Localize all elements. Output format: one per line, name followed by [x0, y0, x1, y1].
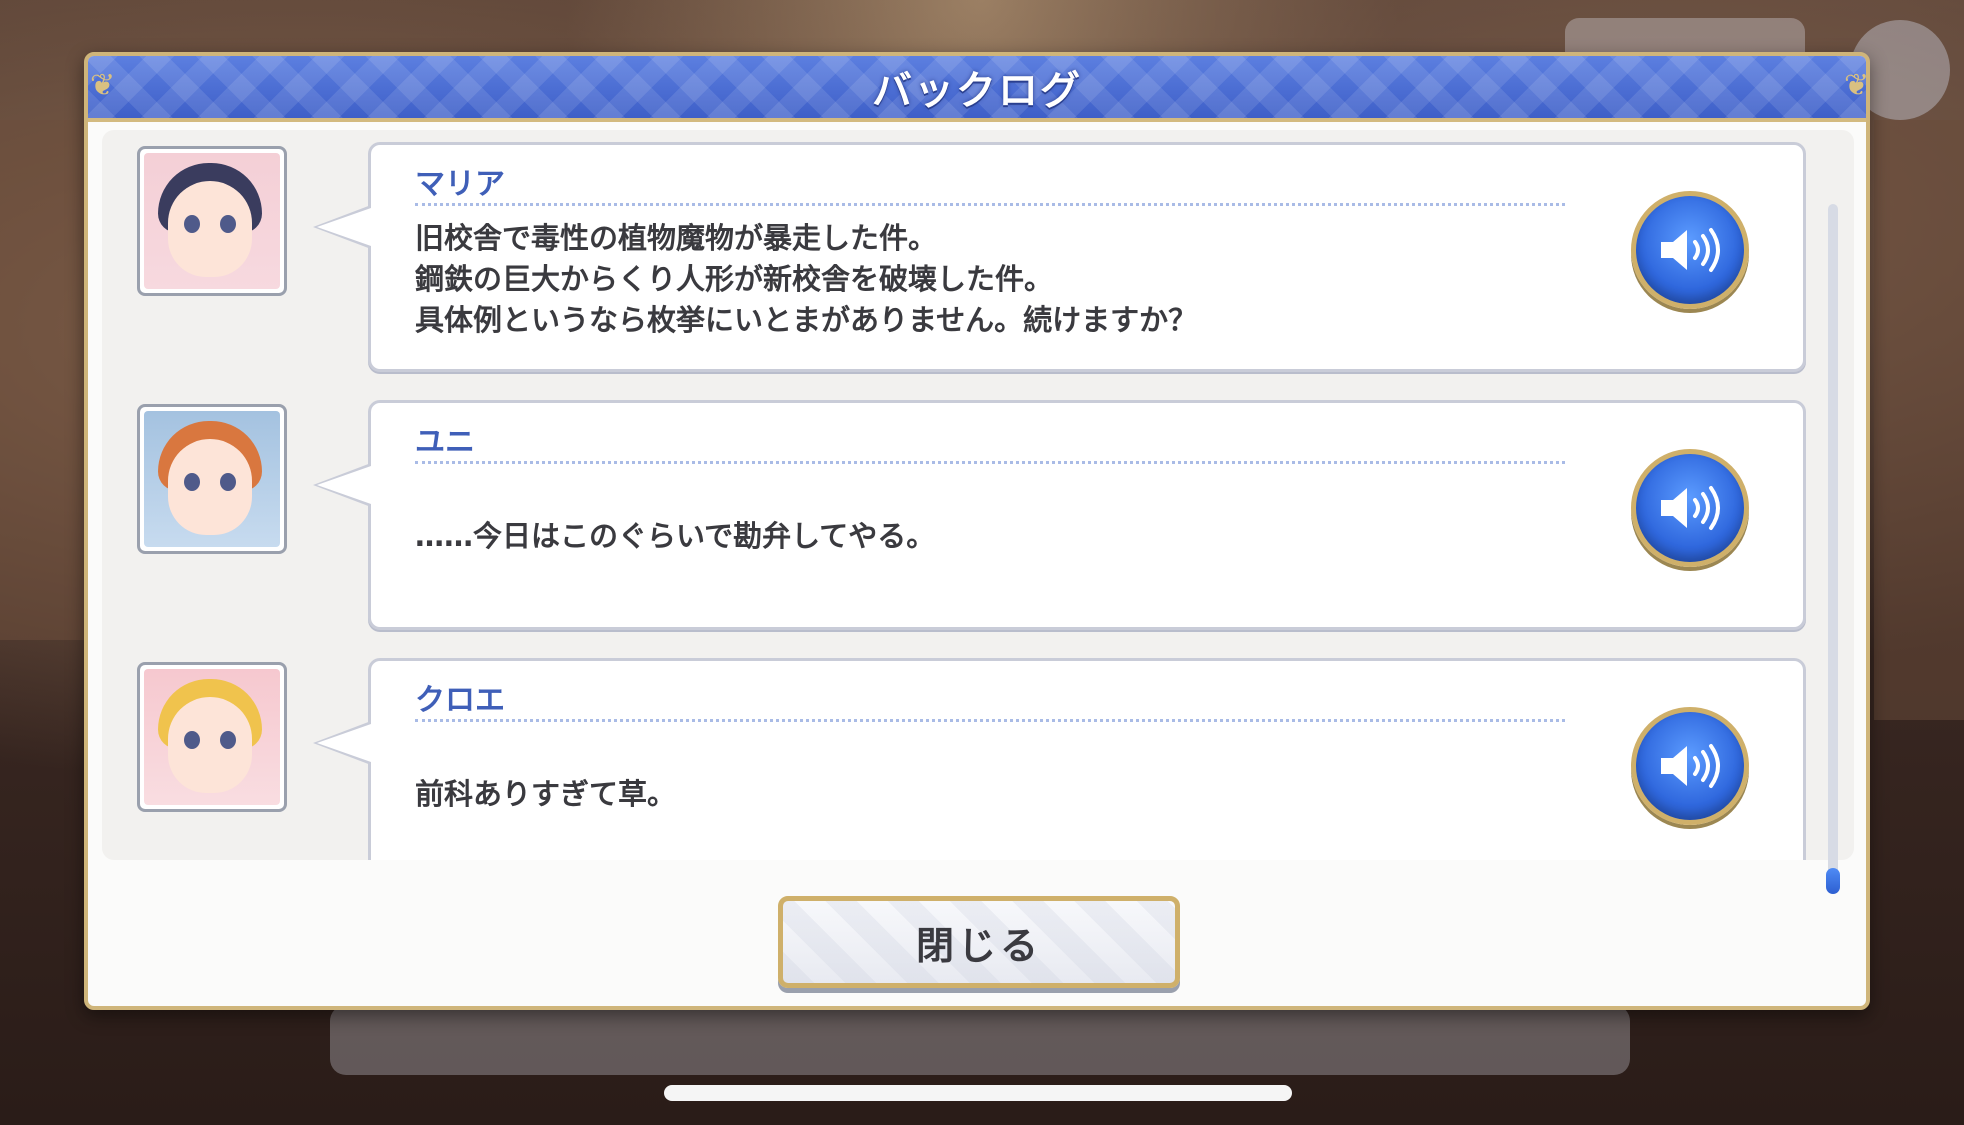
speech-bubble: ユニ ……今日はこのぐらいで勘弁してやる。: [313, 400, 1806, 630]
speaker-name: ユニ: [415, 425, 475, 460]
ornament-icon: ❦: [90, 68, 116, 103]
avatar-maria: [137, 146, 287, 296]
scrollbar-thumb[interactable]: [1826, 868, 1840, 894]
background-text-box: [330, 1005, 1630, 1075]
divider: [415, 203, 1565, 206]
voice-replay-button[interactable]: [1631, 707, 1749, 825]
speech-bubble: マリア 旧校舎で毒性の植物魔物が暴走した件。 鋼鉄の巨大からくり人形が新校舎を破…: [313, 142, 1806, 372]
dialog-title-bar: ❦ バックログ ❦: [88, 56, 1870, 122]
dialogue-line: ……今日はこのぐらいで勘弁してやる。: [415, 519, 936, 553]
dialogue-line: 旧校舎で毒性の植物魔物が暴走した件。: [415, 221, 938, 255]
close-button-label: 閉じる: [915, 923, 1042, 968]
speaker-icon: [1661, 744, 1720, 788]
ornament-icon: ❦: [1844, 68, 1870, 103]
divider: [415, 461, 1565, 464]
scrollbar-track[interactable]: [1828, 204, 1838, 894]
avatar-yuni: [137, 404, 287, 554]
dialogue-line: 鋼鉄の巨大からくり人形が新校舎を破壊した件。: [415, 262, 1054, 296]
speaker-icon: [1661, 486, 1720, 530]
dialog-title: バックログ: [872, 68, 1082, 114]
backlog-entry: クロエ 前科ありすぎて草。: [102, 658, 1854, 860]
backlog-entry: マリア 旧校舎で毒性の植物魔物が暴走した件。 鋼鉄の巨大からくり人形が新校舎を破…: [102, 142, 1854, 376]
speech-bubble: クロエ 前科ありすぎて草。: [313, 658, 1806, 860]
backlog-list[interactable]: マリア 旧校舎で毒性の植物魔物が暴走した件。 鋼鉄の巨大からくり人形が新校舎を破…: [102, 130, 1854, 860]
voice-replay-button[interactable]: [1631, 449, 1749, 567]
dialogue-line: 前科ありすぎて草。: [415, 777, 677, 811]
close-button[interactable]: 閉じる: [778, 896, 1180, 988]
avatar-chloe: [137, 662, 287, 812]
speaker-icon: [1661, 228, 1720, 272]
dialogue-line: 具体例というなら枚挙にいとまがありません。続けますか？: [415, 303, 1198, 337]
voice-replay-button[interactable]: [1631, 191, 1749, 309]
backlog-dialog: ❦ バックログ ❦ マリア 旧校舎で毒性の植物魔物が暴走した件。 鋼鉄の巨大から…: [84, 52, 1870, 1010]
speaker-name: マリア: [415, 167, 505, 202]
background-wall-right: [1874, 120, 1964, 720]
divider: [415, 719, 1565, 722]
speaker-name: クロエ: [415, 683, 505, 718]
home-indicator[interactable]: [664, 1085, 1292, 1101]
backlog-entry: ユニ ……今日はこのぐらいで勘弁してやる。: [102, 400, 1854, 634]
